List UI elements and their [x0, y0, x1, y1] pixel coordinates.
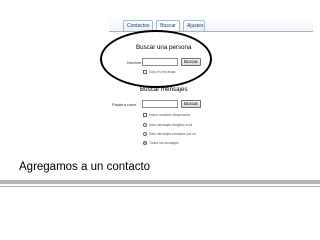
include-blocked-checkbox[interactable]	[143, 113, 147, 117]
tab-ajustes[interactable]: Ajustes	[183, 20, 205, 31]
radio-to-me-label: Sólo mensajes dirigidos a mí	[149, 123, 193, 127]
radio-by-me-label: Sólo mensajes enviados por mí	[149, 132, 197, 136]
search-messages-button[interactable]: Buscar	[181, 100, 201, 108]
footer-rule-thick	[0, 180, 320, 184]
radio-by-me[interactable]	[143, 132, 147, 136]
footer-rule-thin	[0, 186, 320, 187]
include-blocked-label: Incluir usuarios bloqueados	[149, 113, 191, 117]
tab-bar: Contactos Buscar Ajustes	[109, 16, 313, 32]
keyword-input[interactable]	[142, 100, 178, 108]
radio-to-me[interactable]	[143, 123, 147, 127]
slide: Contactos Buscar Ajustes Buscar una pers…	[0, 0, 320, 240]
radio-all-messages-label: Todos los mensajes	[149, 141, 179, 145]
slide-caption: Agregamos a un contacto	[19, 161, 151, 173]
keyword-label: Palabra clave	[112, 102, 137, 107]
highlight-oval	[100, 30, 212, 88]
radio-all-messages[interactable]	[143, 141, 147, 145]
